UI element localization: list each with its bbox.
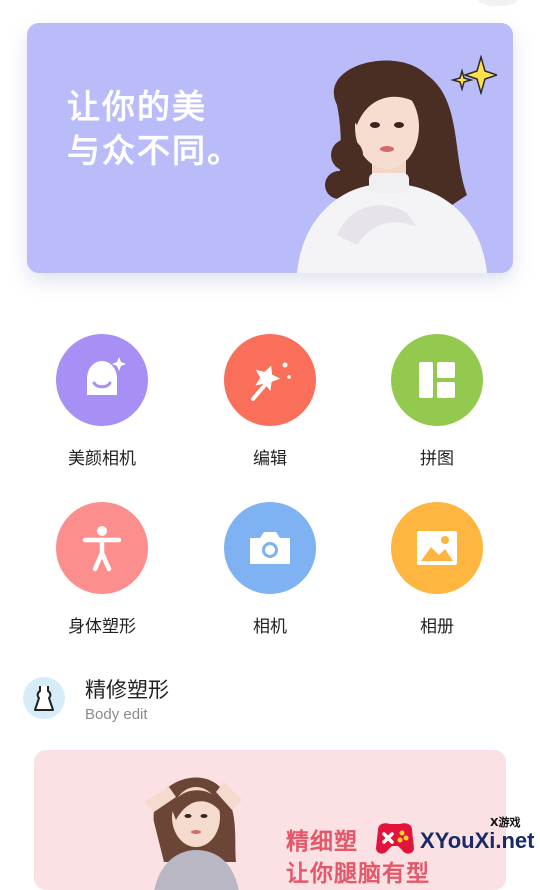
section-title: 精修塑形 [85, 678, 169, 702]
tool-camera[interactable]: 相机 [200, 502, 340, 637]
sparkle-icon [451, 55, 497, 95]
tool-label: 身体塑形 [68, 617, 136, 637]
tool-label: 拼图 [420, 449, 454, 469]
section-subtitle: Body edit [85, 706, 148, 723]
album-icon [391, 502, 483, 594]
dress-icon [23, 677, 65, 719]
site-watermark: X游戏 XYouXi.net [362, 808, 540, 870]
tool-label: 编辑 [253, 449, 287, 469]
tool-body-shape[interactable]: 身体塑形 [32, 502, 172, 637]
camera-icon [224, 502, 316, 594]
gamepad-logo-icon [376, 823, 414, 854]
banner2-title: 精细塑 [286, 828, 358, 855]
model-photo [144, 777, 242, 890]
magic-wand-icon [224, 334, 316, 426]
top-partial-element [478, 0, 518, 6]
collage-icon [391, 334, 483, 426]
hero-slogan: 让你的美 与众不同。 [67, 85, 242, 173]
tool-label: 相册 [420, 617, 454, 637]
section-header-body-edit[interactable]: 精修塑形 Body edit [23, 672, 523, 732]
tool-collage[interactable]: 拼图 [367, 334, 507, 469]
watermark-site-text: XYouXi.net [420, 828, 535, 853]
hero-banner[interactable]: 让你的美 与众不同。 [27, 23, 513, 273]
tool-label: 相机 [253, 617, 287, 637]
tool-edit[interactable]: 编辑 [200, 334, 340, 469]
body-icon [56, 502, 148, 594]
tool-album[interactable]: 相册 [367, 502, 507, 637]
hero-slogan-line1: 让你的美 [67, 87, 207, 126]
beauty-camera-icon [56, 334, 148, 426]
tool-label: 美颜相机 [68, 449, 136, 469]
hero-slogan-line2: 与众不同。 [67, 131, 242, 170]
tool-beauty-camera[interactable]: 美颜相机 [32, 334, 172, 469]
